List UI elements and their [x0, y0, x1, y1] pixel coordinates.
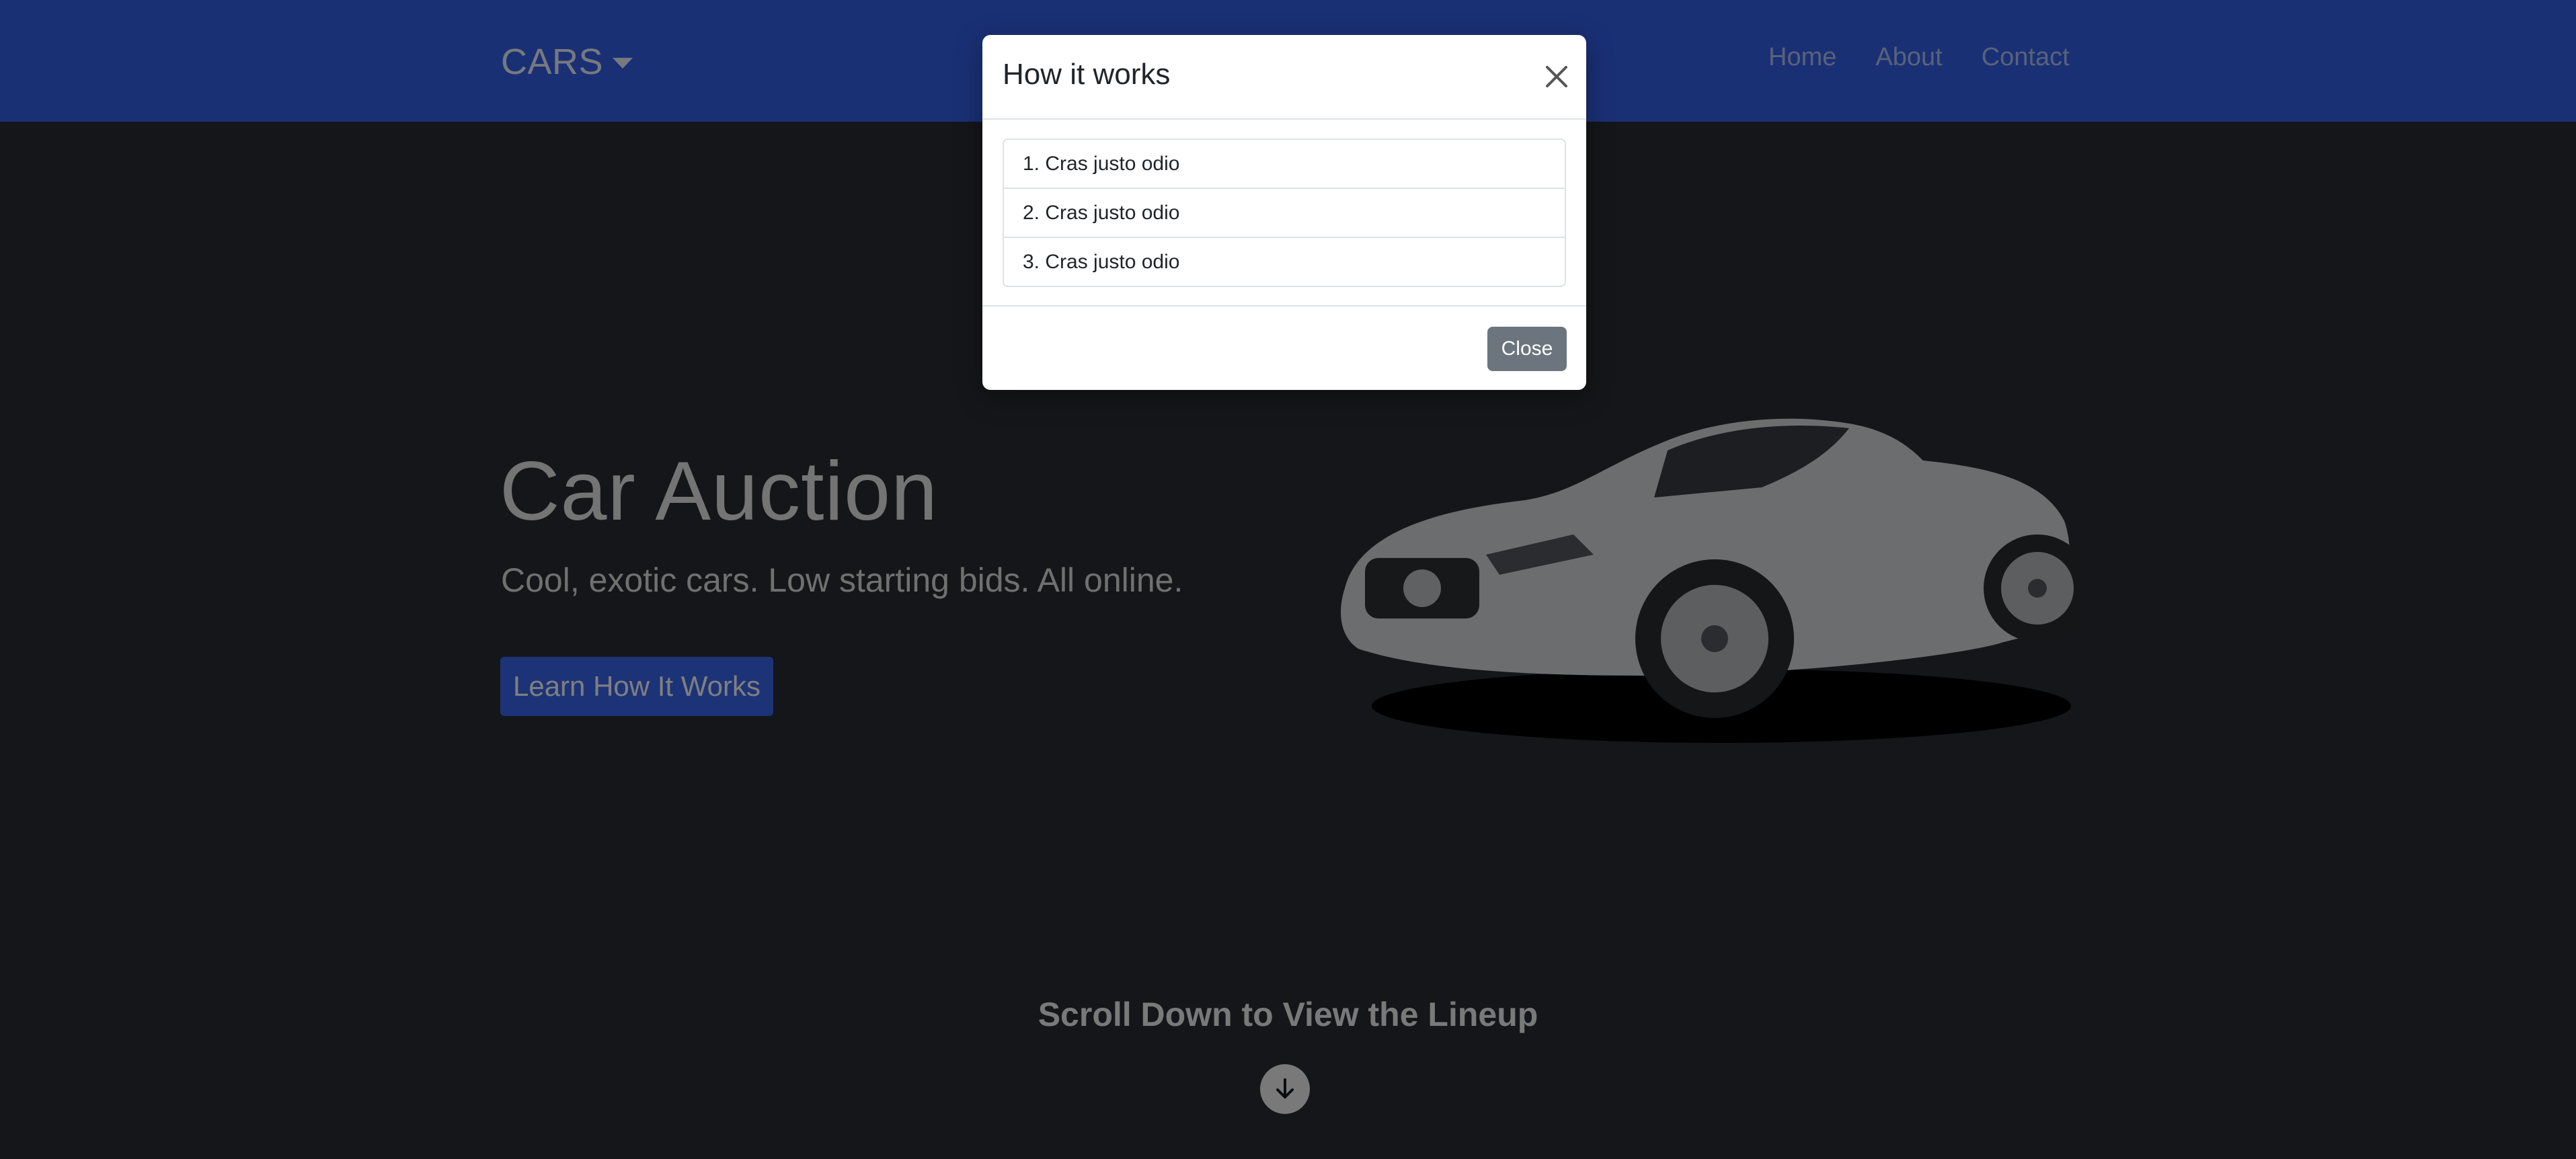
list-item: 3. Cras justo odio [1003, 237, 1566, 287]
close-button[interactable]: Close [1487, 327, 1567, 371]
list-item: 1. Cras justo odio [1003, 138, 1566, 189]
close-icon[interactable] [1543, 63, 1570, 90]
list-item: 2. Cras justo odio [1003, 188, 1566, 238]
modal-header: How it works [982, 35, 1586, 120]
modal-title: How it works [1003, 58, 1171, 91]
modal-footer: Close [982, 305, 1586, 391]
modal-body: 1. Cras justo odio 2. Cras justo odio 3.… [1003, 138, 1566, 287]
how-it-works-modal: How it works 1. Cras justo odio 2. Cras … [982, 35, 1586, 390]
